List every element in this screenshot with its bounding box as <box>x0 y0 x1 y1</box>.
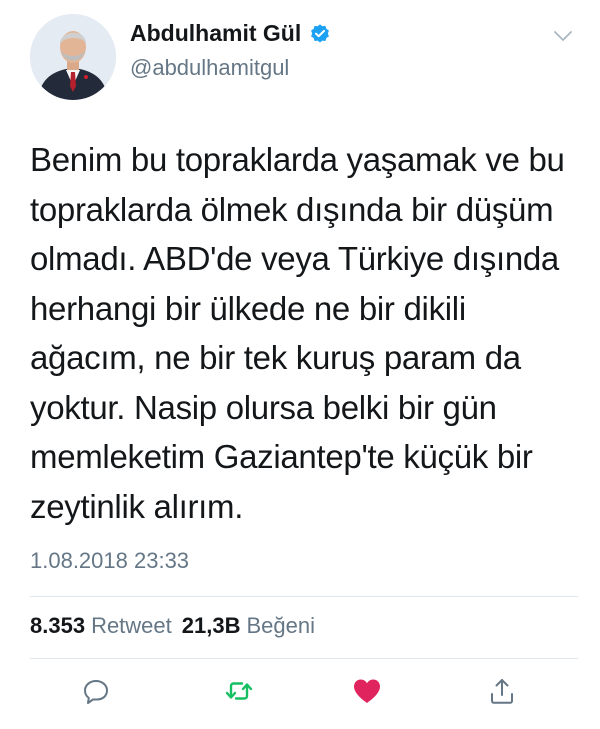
retweet-label: Retweet <box>91 613 172 638</box>
heart-icon <box>354 679 380 703</box>
avatar-image <box>30 14 116 100</box>
avatar[interactable] <box>30 14 116 100</box>
user-name-row: Abdulhamit Gül <box>130 20 331 47</box>
tweet-text-line: memleketim Gaziantep'te küçük bir <box>30 438 533 475</box>
divider <box>30 658 578 659</box>
engagement-stats: 8.353 Retweet 21,3B Beğeni <box>30 613 315 639</box>
tweet-text-line: herhangi bir ülkede ne bir dikili <box>30 289 466 327</box>
retweet-count: 8.353 <box>30 613 86 638</box>
user-handle[interactable]: @abdulhamitgul <box>130 55 289 81</box>
tweet-text-line: topraklarda ölmek dışında bir düşüm <box>30 190 554 228</box>
reply-icon <box>84 680 108 704</box>
divider <box>30 596 578 597</box>
tweet-text-line: zeytinlik alırım. <box>30 487 244 525</box>
display-name[interactable]: Abdulhamit Gül <box>130 20 301 47</box>
share-icon <box>491 679 513 704</box>
like-button[interactable] <box>352 676 382 706</box>
tweet-card: Abdulhamit Gül @abdulhamitgul Benim bu t… <box>0 0 600 729</box>
share-button[interactable] <box>487 676 517 706</box>
tweet-timestamp[interactable]: 1.08.2018 23:33 <box>30 548 189 574</box>
like-label: Beğeni <box>246 613 316 638</box>
verified-badge-icon <box>309 23 331 45</box>
chevron-down-icon[interactable] <box>552 28 574 44</box>
reply-button[interactable] <box>81 676 111 706</box>
like-stat[interactable]: 21,3B Beğeni <box>182 613 315 639</box>
tweet-text-line: olmadı. ABD'de veya Türkiye dışında <box>30 240 559 277</box>
retweet-button[interactable] <box>224 676 254 706</box>
tweet-text: Benim bu topraklarda yaşamak ve bu topra… <box>30 135 575 531</box>
retweet-icon <box>225 682 253 700</box>
tweet-text-line: ağacım, ne bir tek kuruş param da <box>30 339 521 376</box>
like-count: 21,3B <box>181 613 241 638</box>
tweet-text-line: yoktur. Nasip olursa belki bir gün <box>30 388 497 426</box>
tweet-text-line: Benim bu topraklarda yaşamak ve bu <box>30 141 565 178</box>
retweet-stat[interactable]: 8.353 Retweet <box>30 613 172 639</box>
